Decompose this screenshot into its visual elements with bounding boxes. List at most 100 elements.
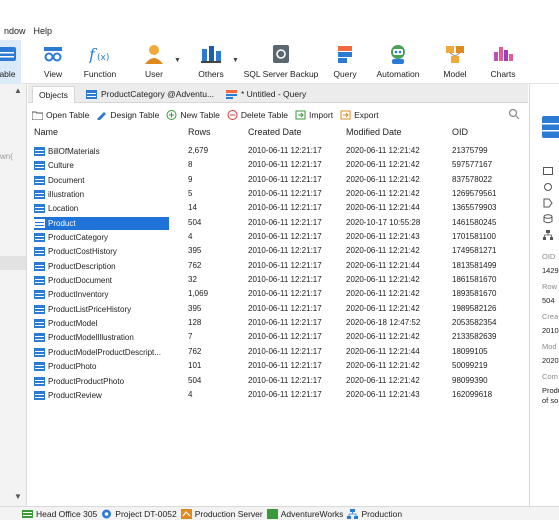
table-row[interactable]: ProductListPriceHistory 395 2010-06-11 1…	[28, 303, 528, 317]
table-name-cell: ProductListPriceHistory	[34, 303, 169, 316]
toolbar-backup-button[interactable]: SQL Server Backup	[244, 40, 318, 84]
toolbar-automation-button[interactable]: Automation	[374, 40, 422, 84]
table-list: BillOfMaterials 2,679 2010-06-11 12:21:1…	[28, 145, 528, 403]
rows-cell: 4	[188, 389, 193, 399]
table-row[interactable]: ProductCategory 4 2010-06-11 12:21:17 20…	[28, 231, 528, 245]
table-row-selected[interactable]: Product 504 2010-06-11 12:21:17 2020-10-…	[28, 216, 528, 231]
table-row[interactable]: Document 9 2010-06-11 12:21:17 2020-06-1…	[28, 174, 528, 188]
table-row[interactable]: ProductDescription 762 2010-06-11 12:21:…	[28, 260, 528, 274]
modified-value: 2020	[542, 356, 559, 365]
modified-cell: 2020-06-11 12:21:42	[346, 146, 420, 155]
table-row[interactable]: ProductDocument 32 2010-06-11 12:21:17 2…	[28, 274, 528, 288]
oid-cell: 1749581271	[452, 246, 497, 256]
export-button[interactable]: Export	[340, 110, 379, 120]
created-cell: 2010-06-11 12:21:17	[248, 174, 322, 184]
column-header-created[interactable]: Created Date	[248, 127, 302, 137]
table-name-cell: Location	[34, 202, 169, 215]
menu-bar: ndow Help	[0, 22, 559, 40]
oid-label: OID	[542, 252, 556, 261]
toolbar-function-button[interactable]: f (x) Function	[80, 40, 120, 84]
created-cell: 2010-06-11 12:21:17	[248, 389, 322, 399]
table-row[interactable]: ProductModel 128 2010-06-11 12:21:17 202…	[28, 317, 528, 331]
created-cell: 2010-06-11 12:21:17	[248, 332, 322, 342]
table-row[interactable]: ProductProductPhoto 504 2010-06-11 12:21…	[28, 375, 528, 389]
status-schema[interactable]: Production	[347, 508, 402, 519]
server-icon	[22, 509, 33, 518]
toolbar-table-button[interactable]: able	[0, 40, 21, 84]
hierarchy-icon[interactable]	[543, 230, 553, 240]
selected-connection-row[interactable]	[0, 256, 26, 270]
table-row[interactable]: ProductPhoto 101 2010-06-11 12:21:17 202…	[28, 360, 528, 374]
modified-cell: 2020-06-11 12:21:42	[346, 160, 420, 170]
toolbar-query-button[interactable]: Query	[330, 40, 360, 84]
table-row[interactable]: BillOfMaterials 2,679 2010-06-11 12:21:1…	[28, 145, 528, 159]
table-row[interactable]: ProductModelIllustration 7 2010-06-11 12…	[28, 331, 528, 345]
toolbar-view-button[interactable]: View	[40, 40, 66, 84]
design-table-button[interactable]: Design Table	[96, 110, 159, 120]
rows-cell: 2,679	[188, 146, 209, 155]
table-row[interactable]: ProductCostHistory 395 2010-06-11 12:21:…	[28, 245, 528, 259]
open-table-button[interactable]: Open Table	[32, 110, 89, 120]
others-dropdown-icon[interactable]: ▼	[232, 57, 239, 64]
table-icon	[34, 276, 45, 286]
column-header-modified[interactable]: Modified Date	[346, 127, 402, 137]
table-row[interactable]: Location 14 2010-06-11 12:21:17 2020-06-…	[28, 202, 528, 216]
scroll-up-icon[interactable]: ▲	[14, 86, 22, 95]
toolbar-charts-button[interactable]: Charts	[488, 40, 518, 84]
tab-untitled-query[interactable]: * Untitled - Query	[220, 86, 312, 103]
rows-cell: 762	[188, 346, 202, 356]
user-dropdown-icon[interactable]: ▼	[174, 57, 181, 64]
status-server[interactable]: Production Server	[180, 508, 263, 519]
table-row[interactable]: ProductReview 4 2010-06-11 12:21:17 2020…	[28, 389, 528, 403]
status-connection[interactable]: Head Office 305	[22, 509, 97, 519]
database-icon[interactable]	[543, 214, 553, 224]
import-button[interactable]: Import	[295, 110, 333, 120]
plus-circle-icon	[166, 109, 177, 120]
toolbar-others-button[interactable]: Others	[196, 40, 226, 84]
project-icon	[102, 509, 112, 518]
view-icon	[42, 43, 64, 65]
table-name-cell: Product	[34, 216, 169, 230]
comment-line-1: Produ	[542, 386, 559, 395]
table-header: Name Rows Created Date Modified Date OID	[28, 125, 528, 141]
created-cell: 2010-06-11 12:21:17	[248, 189, 322, 199]
toolbar-user-button[interactable]: User	[140, 40, 168, 84]
column-header-name[interactable]: Name	[34, 127, 58, 137]
table-icon	[34, 290, 45, 300]
column-header-rows[interactable]: Rows	[188, 127, 211, 137]
search-icon[interactable]	[508, 108, 520, 120]
created-cell: 2010-06-11 12:21:17	[248, 346, 322, 356]
properties-icon[interactable]	[543, 166, 553, 176]
comment-line-2: of so	[542, 396, 559, 405]
status-database[interactable]: AdventureWorks	[266, 508, 343, 519]
modified-cell: 2020-06-18 12:47:52	[346, 318, 421, 328]
rows-cell: 101	[188, 361, 202, 371]
tab-product-category[interactable]: ProductCategory @Adventu...	[80, 86, 220, 103]
server-status-icon	[180, 508, 192, 519]
new-table-button[interactable]: New Table	[166, 109, 220, 120]
table-row[interactable]: ProductModelProductDescript... 762 2010-…	[28, 346, 528, 360]
rows-cell: 5	[188, 189, 193, 199]
delete-table-button[interactable]: Delete Table	[227, 109, 288, 120]
table-row[interactable]: Culture 8 2010-06-11 12:21:17 2020-06-11…	[28, 159, 528, 173]
backup-icon	[270, 43, 292, 65]
tab-objects[interactable]: Objects	[32, 86, 75, 103]
settings-icon[interactable]	[543, 182, 553, 192]
scroll-down-icon[interactable]: ▼	[14, 492, 22, 501]
menu-help[interactable]: Help	[30, 26, 57, 36]
status-project[interactable]: Project DT-0052	[101, 509, 177, 519]
column-header-oid[interactable]: OID	[452, 127, 468, 137]
modified-cell: 2020-06-11 12:21:42	[346, 246, 420, 256]
table-row[interactable]: illustration 5 2010-06-11 12:21:17 2020-…	[28, 188, 528, 202]
tag-icon[interactable]	[543, 198, 553, 208]
rows-cell: 7	[188, 332, 193, 342]
toolbar-model-button[interactable]: Model	[440, 40, 470, 84]
table-row[interactable]: ProductInventory 1,069 2010-06-11 12:21:…	[28, 288, 528, 302]
created-cell: 2010-06-11 12:21:17	[248, 160, 322, 170]
oid-cell: 1861581670	[452, 275, 497, 285]
table-icon	[34, 175, 45, 185]
table-icon	[34, 390, 45, 400]
menu-window[interactable]: ndow	[0, 26, 30, 36]
navigation-pane: ▲ wn( ▼	[0, 84, 27, 506]
created-cell: 2010-06-11 12:21:17	[248, 275, 322, 285]
